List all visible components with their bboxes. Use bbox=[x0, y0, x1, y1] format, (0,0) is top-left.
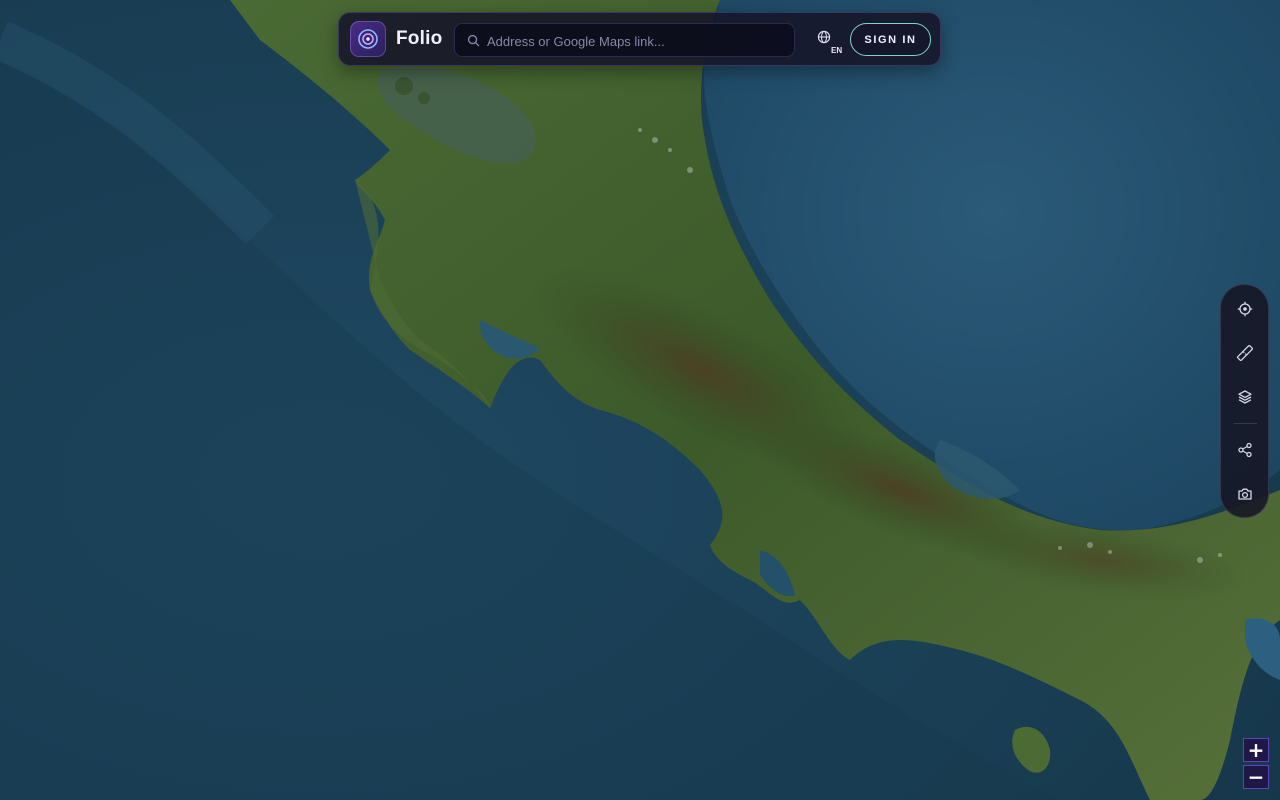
sign-in-button[interactable]: SIGN IN bbox=[850, 23, 931, 56]
search-icon bbox=[467, 34, 480, 47]
zoom-in-button[interactable]: + bbox=[1243, 738, 1269, 762]
share-button[interactable] bbox=[1233, 438, 1257, 462]
toolbar-divider bbox=[1234, 423, 1257, 424]
crosshair-icon bbox=[1237, 301, 1253, 317]
app-logo[interactable] bbox=[350, 21, 386, 57]
zoom-out-button[interactable]: − bbox=[1243, 765, 1269, 789]
layers-icon bbox=[1238, 390, 1252, 404]
top-bar: Folio EN SIGN IN bbox=[338, 12, 941, 66]
language-code: EN bbox=[829, 46, 845, 56]
search-input[interactable] bbox=[485, 24, 789, 58]
brand-name: Folio bbox=[396, 28, 443, 49]
camera-icon bbox=[1238, 488, 1252, 500]
logo-icon bbox=[358, 29, 378, 49]
map-toolbar bbox=[1220, 284, 1269, 518]
locate-button[interactable] bbox=[1233, 297, 1257, 321]
layers-button[interactable] bbox=[1233, 385, 1257, 409]
share-icon bbox=[1238, 442, 1252, 458]
search-box[interactable] bbox=[454, 23, 795, 58]
ruler-icon bbox=[1237, 345, 1253, 361]
screenshot-button[interactable] bbox=[1233, 482, 1257, 506]
satellite-map[interactable] bbox=[0, 0, 1280, 800]
globe-icon bbox=[817, 30, 831, 44]
measure-button[interactable] bbox=[1233, 341, 1257, 365]
